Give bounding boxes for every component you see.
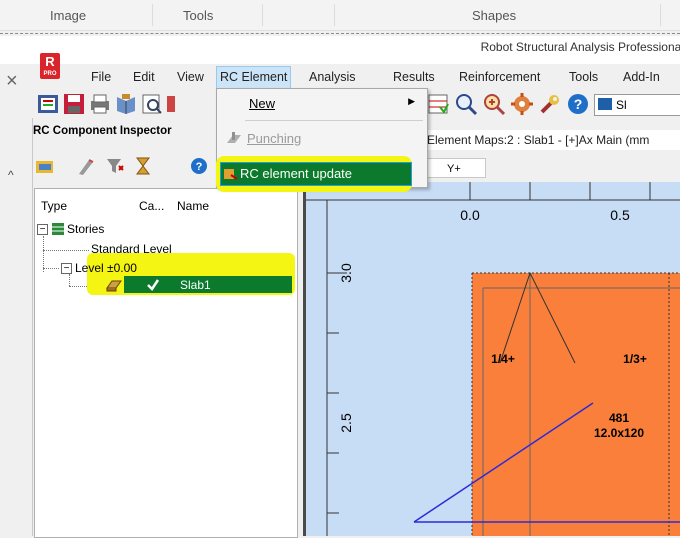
svg-text:?: ?: [574, 96, 583, 112]
ribbon-separator: [152, 4, 153, 26]
bar-count-label: 481: [609, 411, 629, 425]
caret-up-icon[interactable]: ^: [8, 168, 14, 182]
pencil-icon[interactable]: [77, 156, 97, 176]
component-tree[interactable]: Type Ca... Name: [34, 188, 298, 538]
zoom-window-icon[interactable]: [482, 92, 506, 116]
wrench-icon[interactable]: [538, 92, 562, 116]
left-dock: [0, 118, 33, 536]
ribbon-separator: [660, 4, 661, 26]
menu-results[interactable]: Results: [390, 66, 438, 88]
structure-icon[interactable]: [36, 92, 60, 116]
zoom-icon[interactable]: [454, 92, 478, 116]
axis-left-label-0: 3.0: [338, 263, 354, 283]
inspector-title: RC Component Inspector: [33, 125, 172, 137]
punching-icon: [227, 132, 241, 143]
tree-line: [43, 268, 59, 270]
ribbon-tab-shapes[interactable]: Shapes: [472, 8, 516, 23]
menu-item-new-label: New: [249, 96, 276, 111]
column-category[interactable]: Ca...: [139, 199, 164, 213]
menu-bar: File Edit View RC Element Analysis Resul…: [68, 66, 680, 90]
folder-icon[interactable]: [35, 156, 55, 176]
settings-icon[interactable]: [510, 92, 534, 116]
ribbon-tab-image[interactable]: Image: [50, 8, 86, 23]
slab-icon: [106, 280, 122, 292]
menu-item-rc-element-update[interactable]: RC element update: [220, 162, 412, 186]
collapse-icon[interactable]: −: [37, 224, 48, 235]
combo-text: Sl: [616, 98, 627, 112]
menu-edit[interactable]: Edit: [130, 66, 158, 88]
ribbon-separator: [334, 4, 335, 26]
logo-letter: R: [45, 54, 55, 69]
slab-region[interactable]: [472, 273, 680, 536]
zone-label-right: 1/3+: [623, 352, 647, 366]
tree-line: [43, 250, 89, 252]
map-window-title: Element Maps:2 : Slab1 - [+]Ax Main (mm: [427, 130, 680, 150]
help-icon[interactable]: ?: [189, 156, 209, 176]
tree-line: [69, 274, 71, 286]
tree-node-stories[interactable]: Stories: [67, 222, 104, 236]
map-drawing: 0.0 0.5 3.0 2.5 1/4+ 1/3+ 481 12.0x120: [306, 182, 680, 536]
ribbon-bar: Image Tools Shapes: [0, 0, 680, 31]
dashed-divider: [0, 33, 680, 34]
menu-rc-element[interactable]: RC Element: [216, 66, 292, 90]
menu-file[interactable]: File: [88, 66, 114, 88]
logo-sub: PRO: [43, 71, 57, 77]
column-type[interactable]: Type: [41, 199, 67, 213]
column-name[interactable]: Name: [177, 199, 209, 213]
partial-tool-icon[interactable]: [166, 92, 176, 116]
svg-text:?: ?: [196, 161, 203, 173]
tree-node-slab1[interactable]: Slab1: [180, 278, 211, 292]
library-icon[interactable]: [114, 92, 138, 116]
print-icon[interactable]: [88, 92, 112, 116]
menu-add-in[interactable]: Add-In: [620, 66, 663, 88]
preview-icon[interactable]: [140, 92, 164, 116]
tree-node-level[interactable]: Level ±0.00: [75, 261, 137, 275]
menu-item-new[interactable]: New ▶: [225, 96, 415, 111]
menu-tools[interactable]: Tools: [566, 66, 601, 88]
rc-update-icon: [224, 169, 238, 180]
close-icon[interactable]: ×: [6, 70, 18, 93]
ribbon-separator: [262, 4, 263, 26]
menu-separator: [245, 120, 423, 121]
table-icon[interactable]: [426, 92, 450, 116]
menu-item-rc-element-update-label: RC element update: [240, 166, 353, 181]
menu-item-punching[interactable]: Punching: [225, 131, 301, 146]
menu-view[interactable]: View: [174, 66, 207, 88]
zone-label-left: 1/4+: [491, 352, 515, 366]
hourglass-icon[interactable]: [133, 156, 153, 176]
stories-icon: [52, 223, 64, 235]
menu-reinforcement[interactable]: Reinforcement: [456, 66, 543, 88]
ribbon-tab-tools[interactable]: Tools: [183, 8, 213, 23]
submenu-arrow-icon: ▶: [408, 96, 415, 106]
axis-top-label-0: 0.0: [460, 207, 480, 223]
save-icon[interactable]: [62, 92, 86, 116]
help-icon[interactable]: ?: [566, 92, 590, 116]
collapse-icon[interactable]: −: [61, 263, 72, 274]
app-logo: R PRO: [40, 53, 60, 79]
axis-left-label-1: 2.5: [338, 413, 354, 433]
tree-line: [43, 236, 45, 272]
filter-icon[interactable]: [105, 156, 125, 176]
toolbar-combo[interactable]: Sl: [594, 94, 680, 116]
app-title: Robot Structural Analysis Professional: [480, 40, 680, 54]
check-icon: [147, 279, 160, 291]
tree-node-standard-level[interactable]: Standard Level: [91, 242, 172, 256]
bar-size-label: 12.0x120: [594, 426, 644, 440]
axis-top-label-1: 0.5: [610, 207, 630, 223]
menu-analysis[interactable]: Analysis: [306, 66, 359, 88]
combo-icon: [598, 98, 612, 110]
